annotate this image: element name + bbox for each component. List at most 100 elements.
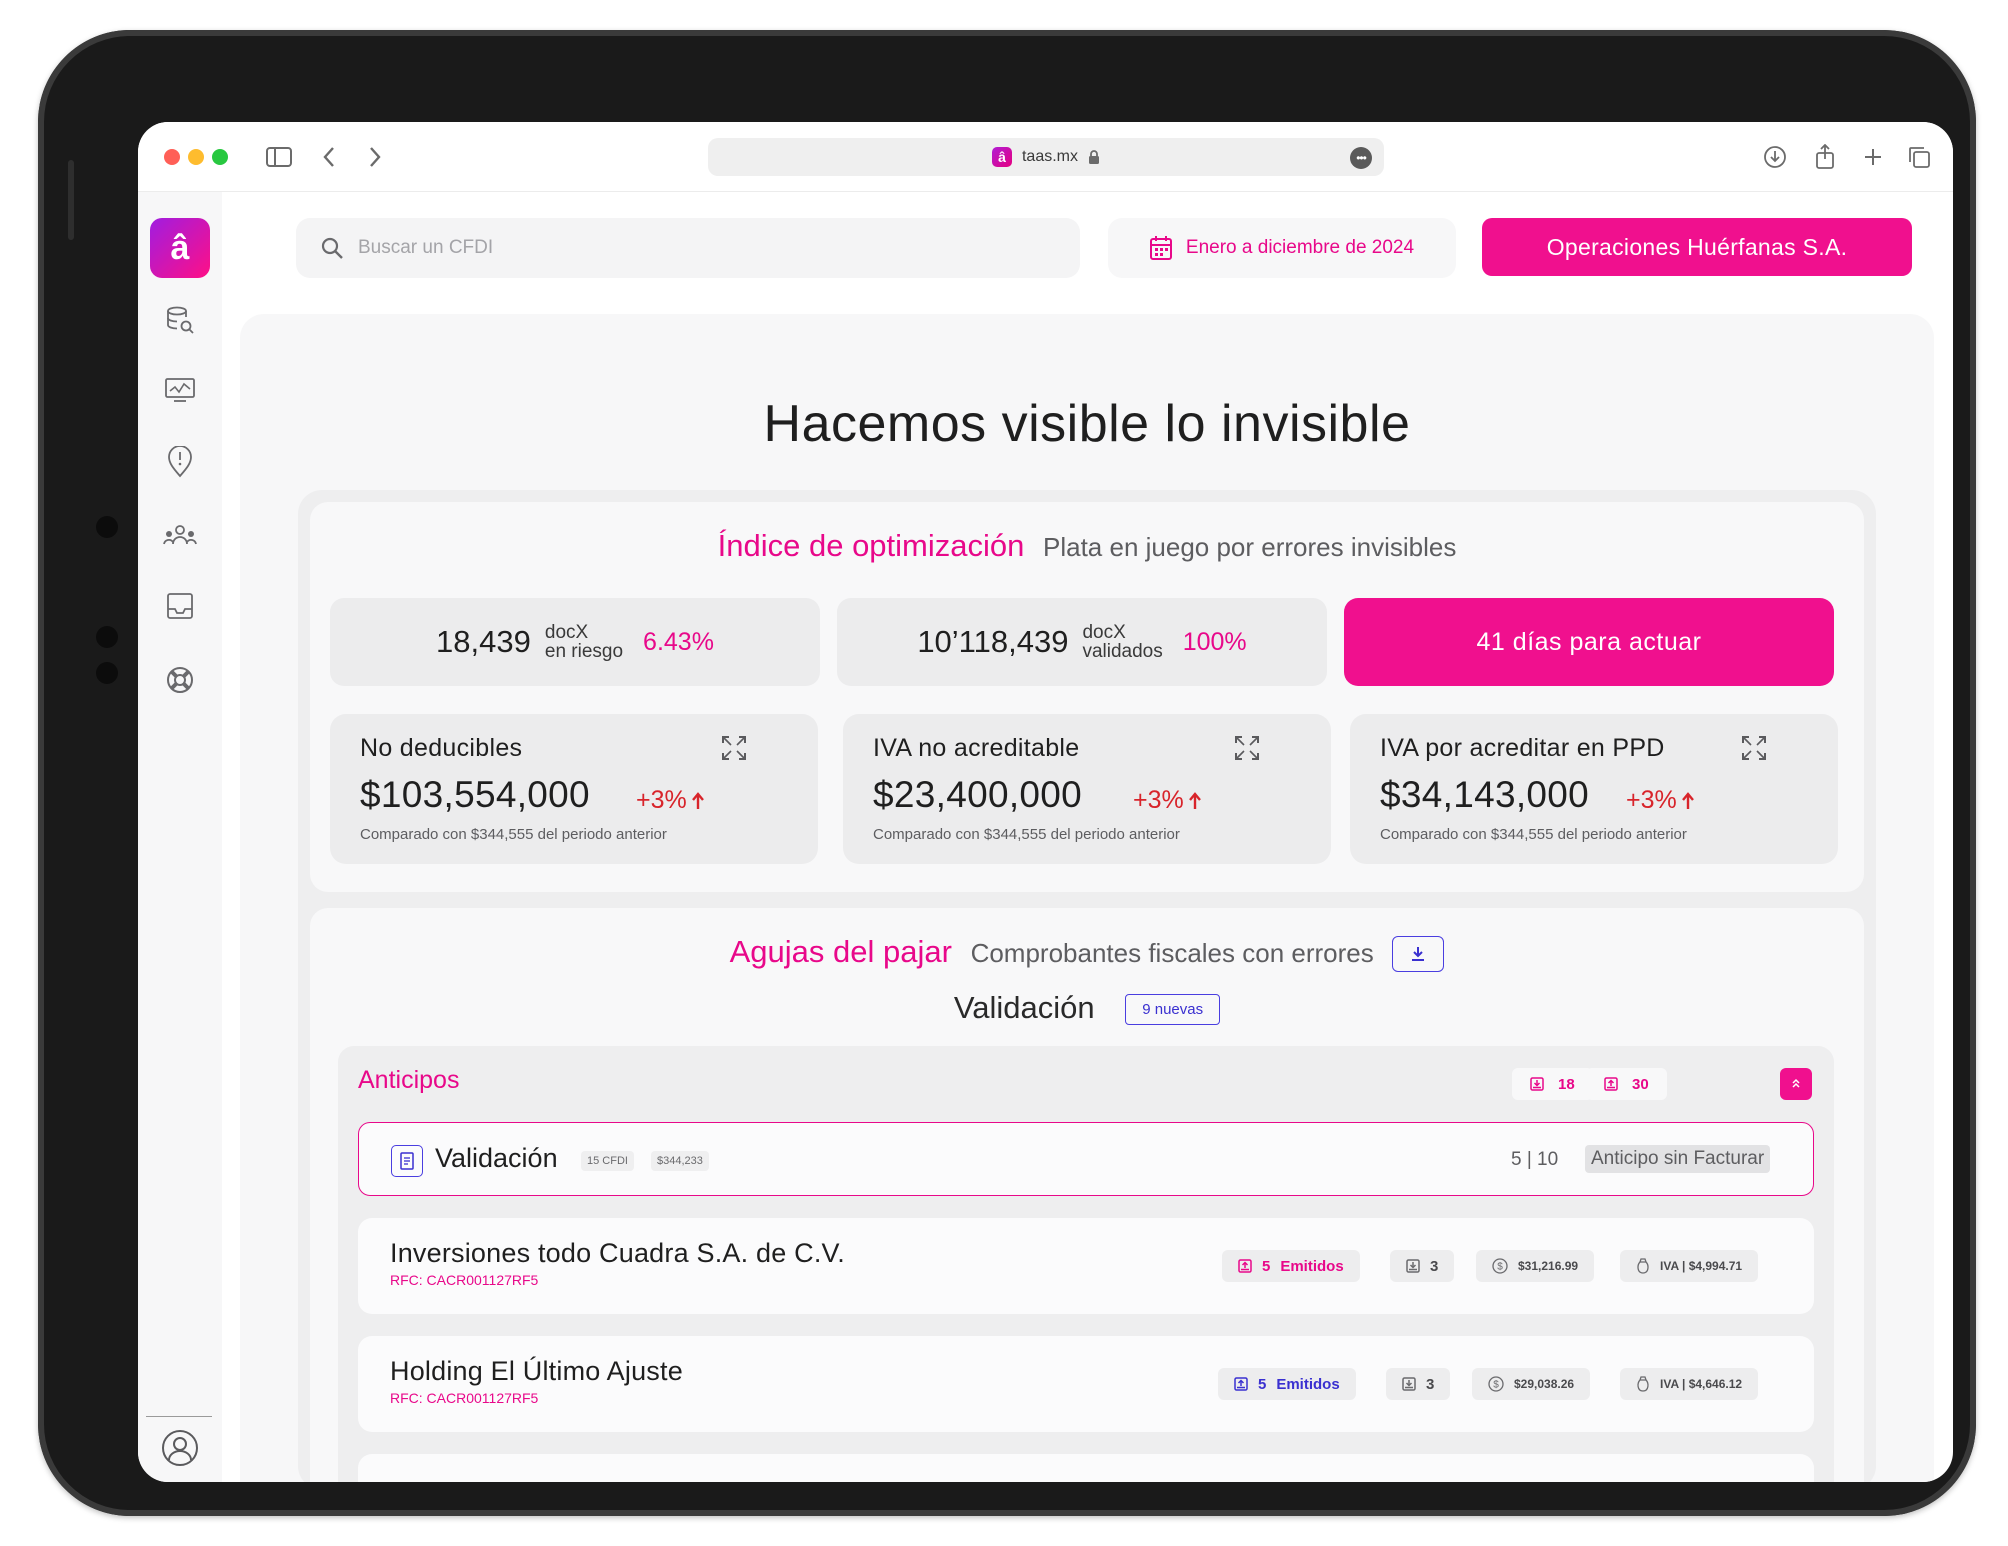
metric-comparison: Comparado con $344,555 del periodo anter… <box>360 826 667 843</box>
metric-comparison: Comparado con $344,555 del periodo anter… <box>1380 826 1687 843</box>
days-to-act-button[interactable]: 41 días para actuar <box>1344 598 1834 686</box>
issued-pill[interactable]: 5 Emitidos <box>1222 1250 1360 1282</box>
errors-card: Agujas del pajar Comprobantes fiscales c… <box>310 908 1864 1482</box>
issued-count-chip[interactable]: 30 <box>1586 1068 1667 1100</box>
chevron-up-icon <box>1792 1078 1800 1088</box>
date-range-picker[interactable]: Enero a diciembre de 2024 <box>1108 218 1456 278</box>
iva-pill: IVA | $4,994.71 <box>1620 1250 1759 1282</box>
metric-card-iva-por-acreditar[interactable]: IVA por acreditar en PPD $34,143,000 +3%… <box>1350 714 1838 864</box>
device-sensor <box>96 626 118 648</box>
address-bar[interactable]: â taas.mx ••• <box>708 138 1384 176</box>
more-options-icon[interactable]: ••• <box>1350 147 1372 169</box>
tab-overview-icon[interactable] <box>1902 140 1936 174</box>
close-window-button[interactable] <box>164 149 180 165</box>
inbox-tray-icon[interactable] <box>162 588 198 624</box>
inbox-upload-icon <box>1238 1259 1252 1273</box>
alert-shield-icon[interactable] <box>162 444 198 480</box>
device-side-button <box>68 160 74 240</box>
page-title: Hacemos visible lo invisible <box>763 395 1411 453</box>
money-bag-icon <box>1637 1376 1649 1392</box>
new-badge[interactable]: 9 nuevas <box>1125 994 1221 1026</box>
user-account-icon[interactable] <box>160 1428 200 1468</box>
inbox-upload-icon <box>1234 1377 1248 1391</box>
stat-value: 10’118,439 <box>917 624 1069 659</box>
share-icon[interactable] <box>1808 140 1842 174</box>
metric-title: IVA por acreditar en PPD <box>1380 734 1665 762</box>
sidebar-divider <box>146 1416 212 1417</box>
arrow-up-icon <box>691 791 704 809</box>
company-name: Holding El Último Ajuste <box>390 1356 683 1386</box>
device-sensor <box>96 662 118 684</box>
search-input[interactable] <box>358 237 1038 259</box>
metric-delta: +3% <box>636 786 705 815</box>
monitor-chart-icon[interactable] <box>162 372 198 408</box>
maximize-window-button[interactable] <box>212 149 228 165</box>
issued-pill[interactable]: 5 Emitidos <box>1218 1368 1356 1400</box>
company-selector-button[interactable]: Operaciones Huérfanas S.A. <box>1482 218 1912 276</box>
back-icon[interactable] <box>312 140 346 174</box>
dollar-coin-icon: $ <box>1488 1376 1504 1392</box>
stat-label: docX validados <box>1082 622 1163 662</box>
validation-tag: Anticipo sin Facturar <box>1585 1145 1771 1173</box>
site-favicon-icon: â <box>991 147 1012 167</box>
received-pill[interactable]: 3 <box>1386 1368 1451 1400</box>
metric-card-iva-no-acreditable[interactable]: IVA no acreditable $23,400,000 +3% Compa… <box>843 714 1331 864</box>
metric-delta: +3% <box>1626 786 1695 815</box>
calendar-icon <box>1149 236 1172 260</box>
team-icon[interactable] <box>162 518 198 554</box>
app-sidebar: â <box>138 192 222 1482</box>
metric-title: No deducibles <box>360 734 523 762</box>
validation-ratio: 5 | 10 <box>1511 1149 1559 1170</box>
inbox-download-icon <box>1530 1077 1544 1091</box>
company-name: Inversiones todo Cuadra S.A. de C.V. <box>390 1238 845 1268</box>
collapse-button[interactable] <box>1780 1068 1812 1100</box>
optimization-title: Índice de optimización <box>717 528 1025 563</box>
inbox-download-icon <box>1402 1377 1416 1391</box>
metric-value: $103,554,000 <box>360 774 590 815</box>
sidebar-toggle-icon[interactable] <box>262 140 296 174</box>
expand-icon[interactable] <box>1740 734 1768 762</box>
money-bag-icon <box>1637 1258 1649 1274</box>
optimization-header: Índice de optimización Plata en juego po… <box>310 528 1864 564</box>
download-icon[interactable] <box>1758 140 1792 174</box>
arrow-up-icon <box>1188 791 1201 809</box>
inbox-download-icon <box>1406 1259 1420 1273</box>
date-range-label: Enero a diciembre de 2024 <box>1185 237 1415 258</box>
metric-card-no-deducibles[interactable]: No deducibles $103,554,000 +3% Comparado… <box>330 714 818 864</box>
expand-icon[interactable] <box>720 734 748 762</box>
cfdi-search[interactable] <box>296 218 1080 278</box>
database-search-icon[interactable] <box>162 302 198 338</box>
validation-card-title: Validación <box>435 1143 558 1173</box>
company-row[interactable] <box>358 1454 1814 1482</box>
dollar-coin-icon: $ <box>1492 1258 1508 1274</box>
company-row[interactable]: Holding El Último Ajuste RFC: CACR001127… <box>358 1336 1814 1432</box>
company-rfc: RFC: CACR001127RF5 <box>390 1390 539 1406</box>
company-row[interactable]: Inversiones todo Cuadra S.A. de C.V. RFC… <box>358 1218 1814 1314</box>
new-tab-icon[interactable] <box>1856 140 1890 174</box>
app-logo[interactable]: â <box>150 218 210 278</box>
stat-value: 18,439 <box>436 624 531 659</box>
company-rfc: RFC: CACR001127RF5 <box>390 1272 539 1288</box>
download-errors-button[interactable] <box>1392 935 1445 972</box>
forward-icon[interactable] <box>358 140 392 174</box>
received-pill[interactable]: 3 <box>1390 1250 1455 1282</box>
amount-chip: $344,233 <box>651 1151 709 1171</box>
metric-comparison: Comparado con $344,555 del periodo anter… <box>873 826 1180 843</box>
device-camera <box>96 516 118 538</box>
document-icon <box>391 1145 423 1177</box>
tablet-frame: â taas.mx ••• â Buscar un CFDI Enero a d… <box>38 30 1976 1516</box>
expand-icon[interactable] <box>1233 734 1261 762</box>
received-count-chip[interactable]: 18 <box>1512 1068 1593 1100</box>
amount-pill: $ $31,216.99 <box>1476 1250 1595 1282</box>
stat-validated: 10’118,439 docX validados 100% <box>837 598 1327 686</box>
browser-toolbar: â taas.mx ••• <box>138 122 1953 192</box>
validation-card[interactable]: Validación 15 CFDI $344,233 5 | 10 Antic… <box>358 1122 1814 1196</box>
errors-subtitle: Comprobantes fiscales con errores <box>970 938 1374 968</box>
arrow-up-icon <box>1681 791 1694 809</box>
minimize-window-button[interactable] <box>188 149 204 165</box>
lifebuoy-icon[interactable] <box>162 662 198 698</box>
stat-percent: 100% <box>1182 627 1247 656</box>
group-title: Anticipos <box>358 1066 460 1094</box>
url-text: taas.mx <box>1021 148 1078 165</box>
errors-title: Agujas del pajar <box>729 934 952 969</box>
